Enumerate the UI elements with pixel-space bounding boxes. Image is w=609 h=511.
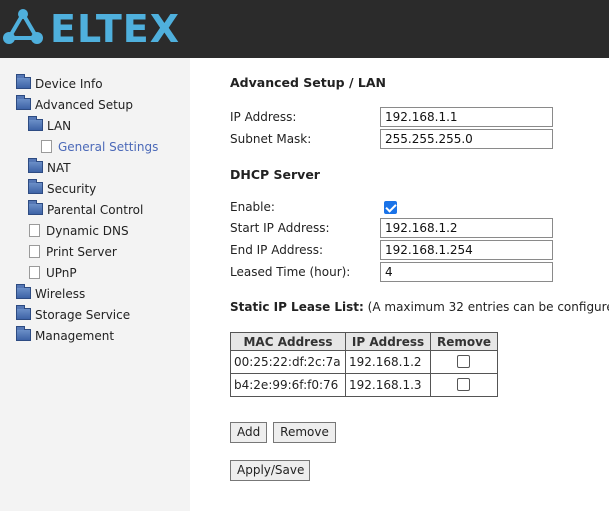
static-lease-note: (A maximum 32 entries can be configured) xyxy=(367,300,609,314)
sidebar: Device Info Advanced Setup LAN General S… xyxy=(0,58,190,511)
static-lease-title: Static IP Lease List: xyxy=(230,300,364,314)
static-lease-heading: Static IP Lease List: (A maximum 32 entr… xyxy=(230,300,609,314)
enable-label: Enable: xyxy=(230,200,275,214)
sidebar-item-parental-control[interactable]: Parental Control xyxy=(28,200,143,221)
table-header-row: MAC Address IP Address Remove xyxy=(230,332,498,351)
folder-open-icon xyxy=(16,95,31,110)
mac-address-header: MAC Address xyxy=(230,332,346,351)
end-ip-label: End IP Address: xyxy=(230,243,324,257)
mac-cell: 00:25:22:df:2c:7a xyxy=(230,350,346,374)
sidebar-item-dynamic-dns[interactable]: Dynamic DNS xyxy=(29,221,129,242)
logo-text: ELTEX xyxy=(50,7,181,51)
folder-icon xyxy=(16,305,31,320)
leased-time-input[interactable] xyxy=(380,262,553,282)
sidebar-item-label: UPnP xyxy=(46,266,77,280)
start-ip-label: Start IP Address: xyxy=(230,221,330,235)
sidebar-item-label: NAT xyxy=(47,161,71,175)
remove-cell xyxy=(430,373,498,397)
leased-time-label: Leased Time (hour): xyxy=(230,265,351,279)
folder-icon xyxy=(16,284,31,299)
table-row: b4:2e:99:6f:f0:76 192.168.1.3 xyxy=(230,373,498,397)
page-icon xyxy=(29,224,40,237)
sidebar-item-label: General Settings xyxy=(58,140,159,154)
sidebar-item-label: Dynamic DNS xyxy=(46,224,129,238)
ip-address-label: IP Address: xyxy=(230,110,297,124)
sidebar-item-storage-service[interactable]: Storage Service xyxy=(16,305,130,326)
folder-icon xyxy=(16,74,31,89)
sidebar-item-label: Print Server xyxy=(46,245,117,259)
start-ip-input[interactable] xyxy=(380,218,553,238)
folder-icon xyxy=(16,326,31,341)
end-ip-input[interactable] xyxy=(380,240,553,260)
remove-checkbox[interactable] xyxy=(457,355,470,368)
sidebar-item-label: Storage Service xyxy=(35,308,131,322)
page-icon xyxy=(29,266,40,279)
mac-cell: b4:2e:99:6f:f0:76 xyxy=(230,373,346,397)
ip-cell: 192.168.1.3 xyxy=(345,373,431,397)
dhcp-enable-checkbox[interactable] xyxy=(384,201,397,214)
ip-cell: 192.168.1.2 xyxy=(345,350,431,374)
sidebar-item-label: Security xyxy=(47,182,97,196)
folder-icon xyxy=(28,158,43,173)
header-bar: ELTEX xyxy=(0,0,609,58)
folder-icon xyxy=(28,179,43,194)
add-button[interactable]: Add xyxy=(230,422,267,443)
remove-checkbox[interactable] xyxy=(457,378,470,391)
remove-button[interactable]: Remove xyxy=(273,422,336,443)
sidebar-item-device-info[interactable]: Device Info xyxy=(16,74,103,95)
remove-cell xyxy=(430,350,498,374)
sidebar-item-label: Wireless xyxy=(35,287,86,301)
sidebar-item-general-settings[interactable]: General Settings xyxy=(41,137,158,158)
ip-address-input[interactable] xyxy=(380,107,553,127)
sidebar-item-upnp[interactable]: UPnP xyxy=(29,263,77,284)
apply-save-button[interactable]: Apply/Save xyxy=(230,460,310,481)
sidebar-item-label: Parental Control xyxy=(47,203,144,217)
sidebar-item-label: LAN xyxy=(47,119,72,133)
sidebar-item-advanced-setup[interactable]: Advanced Setup xyxy=(16,95,133,116)
static-lease-table: MAC Address IP Address Remove 00:25:22:d… xyxy=(230,332,498,397)
folder-icon xyxy=(28,200,43,215)
sidebar-item-label: Management xyxy=(35,329,115,343)
logo-icon xyxy=(3,9,43,44)
sidebar-item-label: Device Info xyxy=(35,77,103,91)
sidebar-item-wireless[interactable]: Wireless xyxy=(16,284,85,305)
sidebar-item-lan[interactable]: LAN xyxy=(28,116,71,137)
sidebar-item-label: Advanced Setup xyxy=(35,98,134,112)
page-icon xyxy=(41,140,52,153)
sidebar-item-security[interactable]: Security xyxy=(28,179,96,200)
subnet-mask-label: Subnet Mask: xyxy=(230,132,312,146)
remove-header: Remove xyxy=(430,332,498,351)
page-title: Advanced Setup / LAN xyxy=(230,75,386,90)
page-icon xyxy=(29,245,40,258)
sidebar-item-print-server[interactable]: Print Server xyxy=(29,242,117,263)
sidebar-item-nat[interactable]: NAT xyxy=(28,158,71,179)
table-row: 00:25:22:df:2c:7a 192.168.1.2 xyxy=(230,350,498,374)
eltex-logo: ELTEX xyxy=(0,6,200,52)
ip-address-header: IP Address xyxy=(345,332,431,351)
sidebar-item-management[interactable]: Management xyxy=(16,326,114,347)
folder-open-icon xyxy=(28,116,43,131)
subnet-mask-input[interactable] xyxy=(380,129,553,149)
dhcp-server-heading: DHCP Server xyxy=(230,167,320,182)
